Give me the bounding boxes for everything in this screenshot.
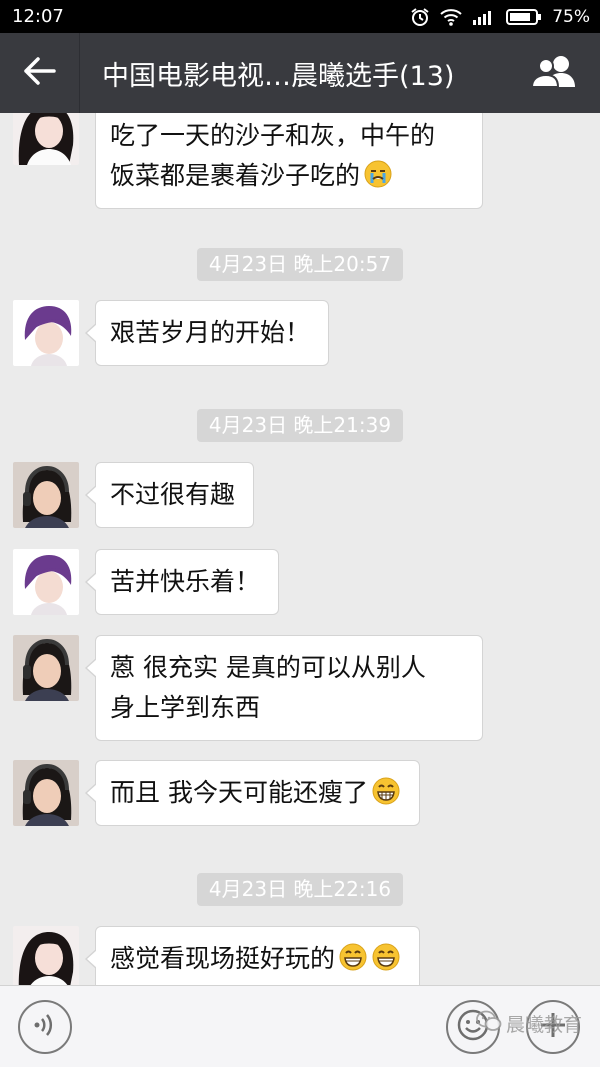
arrow-left-icon bbox=[23, 57, 56, 89]
message-text: 吃了一天的沙子和灰，中午的 bbox=[110, 121, 436, 150]
message-text: 身上学到东西 bbox=[110, 693, 261, 722]
signal-icon bbox=[472, 9, 496, 25]
title-bar: 中国电影电视…晨曦选手(13) bbox=[0, 33, 600, 113]
group-members-button[interactable] bbox=[510, 33, 600, 113]
avatar[interactable] bbox=[13, 760, 79, 826]
battery-icon bbox=[506, 8, 542, 26]
smile-face-icon bbox=[338, 942, 368, 972]
avatar[interactable] bbox=[13, 462, 79, 528]
wechat-logo-icon bbox=[476, 1010, 502, 1037]
avatar[interactable] bbox=[13, 113, 79, 165]
message-text: 饭菜都是裹着沙子吃的 bbox=[110, 161, 361, 190]
message-bubble[interactable]: 感觉看现场挺好玩的 bbox=[84, 926, 421, 985]
message-bubble[interactable]: 而且 我今天可能还瘦了 bbox=[85, 760, 420, 826]
input-bar: 晨曦教育 bbox=[0, 985, 600, 1067]
timestamp-row: 4月23日 晚上22:16 bbox=[0, 873, 600, 906]
avatar[interactable] bbox=[13, 926, 79, 985]
message-timestamp: 4月23日 晚上20:57 bbox=[196, 248, 404, 281]
watermark-text: 晨曦教育 bbox=[506, 1014, 583, 1036]
battery-percent: 75% bbox=[552, 6, 590, 27]
smile-face-icon bbox=[371, 942, 401, 972]
chat-title: 中国电影电视…晨曦选手(13) bbox=[102, 60, 455, 92]
message-bubble[interactable]: 不过很有趣 bbox=[84, 462, 255, 528]
message-bubble[interactable]: 艰苦岁月的开始！ bbox=[84, 300, 330, 366]
chat-message-list[interactable]: 吃了一天的沙子和灰，中午的 饭菜都是裹着沙子吃的 4月23日 晚上20:57 艰… bbox=[0, 113, 600, 985]
message-text: 而且 我今天可能还瘦了 bbox=[110, 778, 368, 807]
voice-input-button[interactable] bbox=[18, 1000, 72, 1054]
status-bar: 12:07 75% bbox=[0, 0, 600, 33]
message-bubble[interactable]: 吃了一天的沙子和灰，中午的 饭菜都是裹着沙子吃的 bbox=[95, 113, 483, 209]
avatar[interactable] bbox=[13, 635, 79, 701]
timestamp-row: 4月23日 晚上21:39 bbox=[0, 409, 600, 442]
message-timestamp: 4月23日 晚上21:39 bbox=[196, 409, 404, 442]
message-text: 艰苦岁月的开始！ bbox=[110, 318, 311, 347]
message-text: 苦并快乐着！ bbox=[110, 567, 261, 596]
crying-face-icon bbox=[363, 159, 393, 189]
avatar[interactable] bbox=[13, 549, 79, 615]
timestamp-row: 4月23日 晚上20:57 bbox=[0, 248, 600, 281]
message-text: 感觉看现场挺好玩的 bbox=[110, 944, 336, 973]
voice-icon bbox=[32, 1012, 58, 1042]
message-text: 不过很有趣 bbox=[110, 480, 236, 509]
avatar[interactable] bbox=[13, 300, 79, 366]
status-time: 12:07 bbox=[12, 6, 64, 27]
message-timestamp: 4月23日 晚上22:16 bbox=[196, 873, 404, 906]
message-bubble[interactable]: 苦并快乐着！ bbox=[84, 549, 280, 615]
people-icon bbox=[530, 54, 579, 92]
alarm-icon bbox=[410, 7, 430, 27]
status-icons: 75% bbox=[410, 7, 590, 27]
message-bubble[interactable]: 蒽 很充实 是真的可以从别人 身上学到东西 bbox=[85, 635, 483, 741]
back-button[interactable] bbox=[0, 33, 80, 113]
message-text: 蒽 很充实 是真的可以从别人 bbox=[110, 653, 426, 682]
wifi-icon bbox=[440, 8, 462, 26]
grin-face-icon bbox=[371, 776, 401, 806]
watermark: 晨曦教育 bbox=[476, 1010, 582, 1037]
